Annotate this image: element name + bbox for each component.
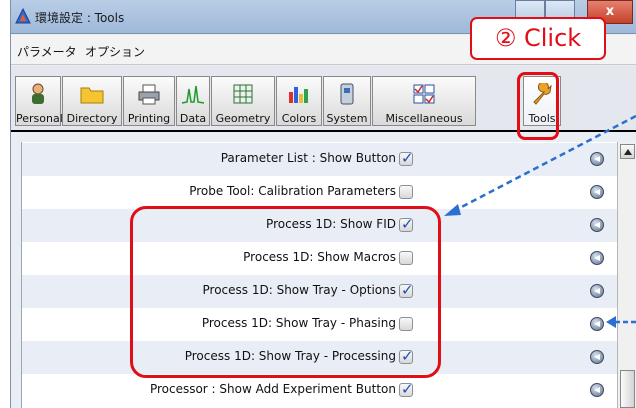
arrow-head-icon [606,316,616,328]
arrow-head-icon [444,204,461,216]
dashed-arrow-line [451,114,636,214]
annotation-arrows [444,114,636,328]
